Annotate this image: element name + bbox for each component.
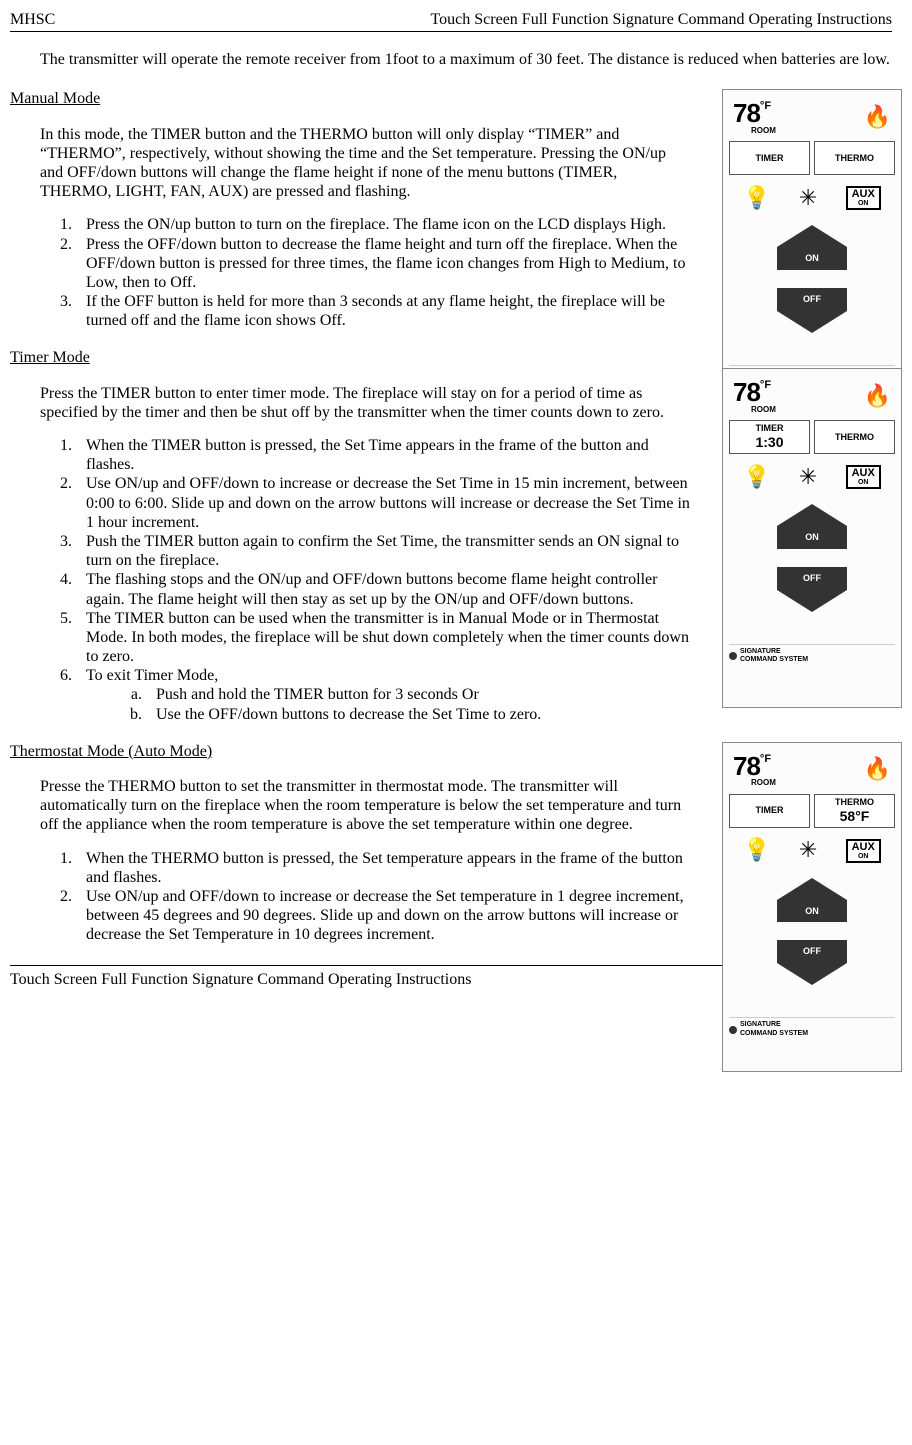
- lcd-room-label: ROOM: [751, 405, 776, 415]
- header-brand: MHSC: [10, 10, 55, 29]
- list-item: When the THERMO button is pressed, the S…: [76, 849, 692, 887]
- list-item: Use ON/up and OFF/down to increase or de…: [76, 887, 692, 945]
- thermo-list: When the THERMO button is pressed, the S…: [40, 849, 692, 945]
- lcd-unit: °F: [760, 100, 771, 113]
- aux-icon: AUXON: [846, 839, 881, 863]
- list-item: The flashing stops and the ON/up and OFF…: [76, 570, 692, 608]
- timer-paragraph: Press the TIMER button to enter timer mo…: [40, 384, 692, 422]
- timer-mode-heading: Timer Mode: [10, 348, 892, 367]
- header-title: Touch Screen Full Function Signature Com…: [431, 10, 892, 29]
- lcd-room-label: ROOM: [751, 778, 776, 788]
- list-item: Push and hold the TIMER button for 3 sec…: [146, 685, 692, 704]
- off-down-button: OFF: [777, 567, 847, 590]
- on-up-button: ON: [777, 526, 847, 549]
- timer-sublist: Push and hold the TIMER button for 3 sec…: [122, 685, 692, 723]
- thermo-paragraph: Presse the THERMO button to set the tran…: [40, 777, 692, 835]
- list-item: Use ON/up and OFF/down to increase or de…: [76, 474, 692, 532]
- fan-icon: ✳: [799, 185, 817, 211]
- remote-figure-thermo: 78°F ROOM 🔥 TIMER THERMO58°F 💡 ✳ AUXON O…: [722, 742, 902, 1072]
- aux-icon: AUXON: [846, 465, 881, 489]
- fan-icon: ✳: [799, 464, 817, 490]
- page-header: MHSC Touch Screen Full Function Signatur…: [10, 10, 892, 32]
- timer-button: TIMER: [729, 794, 810, 828]
- on-up-button: ON: [777, 900, 847, 923]
- lcd-room-label: ROOM: [751, 126, 776, 136]
- flame-icon: 🔥: [864, 756, 891, 782]
- list-item: Press the OFF/down button to decrease th…: [76, 235, 692, 293]
- list-item: Use the OFF/down buttons to decrease the…: [146, 705, 692, 724]
- list-item: Press the ON/up button to turn on the fi…: [76, 215, 692, 234]
- footer-title: Touch Screen Full Function Signature Com…: [10, 970, 471, 989]
- list-item: To exit Timer Mode, Push and hold the TI…: [76, 666, 692, 724]
- light-icon: 💡: [743, 185, 770, 211]
- flame-icon: 🔥: [864, 383, 891, 409]
- off-down-button: OFF: [777, 940, 847, 963]
- fan-icon: ✳: [799, 837, 817, 863]
- timer-list: When the TIMER button is pressed, the Se…: [40, 436, 692, 724]
- manual-paragraph: In this mode, the TIMER button and the T…: [40, 125, 692, 202]
- light-icon: 💡: [743, 464, 770, 490]
- thermo-button: THERMO: [814, 420, 895, 454]
- on-up-button: ON: [777, 247, 847, 270]
- thermo-button: THERMO: [814, 141, 895, 175]
- list-item: Push the TIMER button again to confirm t…: [76, 532, 692, 570]
- light-icon: 💡: [743, 837, 770, 863]
- list-item: When the TIMER button is pressed, the Se…: [76, 436, 692, 474]
- manual-list: Press the ON/up button to turn on the fi…: [40, 215, 692, 330]
- list-item: If the OFF button is held for more than …: [76, 292, 692, 330]
- list-item: The TIMER button can be used when the tr…: [76, 609, 692, 667]
- timer-button: TIMER: [729, 141, 810, 175]
- signature-brand: SIGNATURECOMMAND SYSTEM: [729, 644, 895, 665]
- lcd-temp: 78: [733, 98, 760, 129]
- thermo-button: THERMO58°F: [814, 794, 895, 828]
- signature-brand: SIGNATURECOMMAND SYSTEM: [729, 1017, 895, 1038]
- flame-icon: 🔥: [864, 104, 891, 130]
- off-down-button: OFF: [777, 288, 847, 311]
- remote-figure-timer: 78°F ROOM 🔥 TIMER1:30 THERMO 💡 ✳ AUXON O…: [722, 368, 902, 708]
- lcd-temp: 78: [733, 377, 760, 408]
- aux-icon: AUXON: [846, 186, 881, 210]
- lcd-unit: °F: [760, 753, 771, 766]
- timer-button: TIMER1:30: [729, 420, 810, 454]
- intro-paragraph: The transmitter will operate the remote …: [40, 50, 892, 69]
- lcd-unit: °F: [760, 379, 771, 392]
